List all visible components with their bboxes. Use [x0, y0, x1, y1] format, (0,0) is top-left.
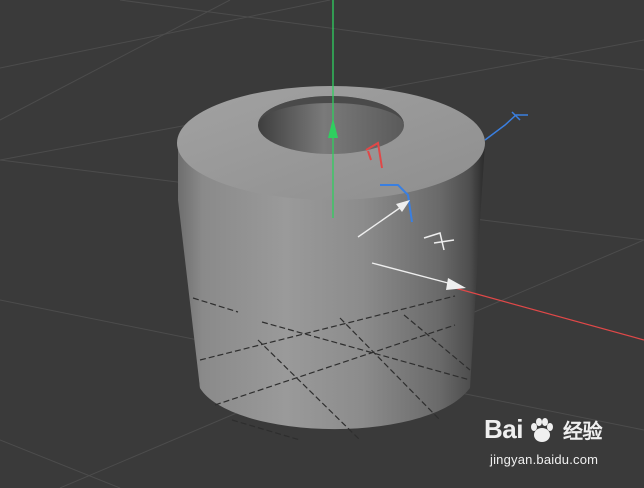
3d-viewport[interactable] [0, 0, 644, 488]
